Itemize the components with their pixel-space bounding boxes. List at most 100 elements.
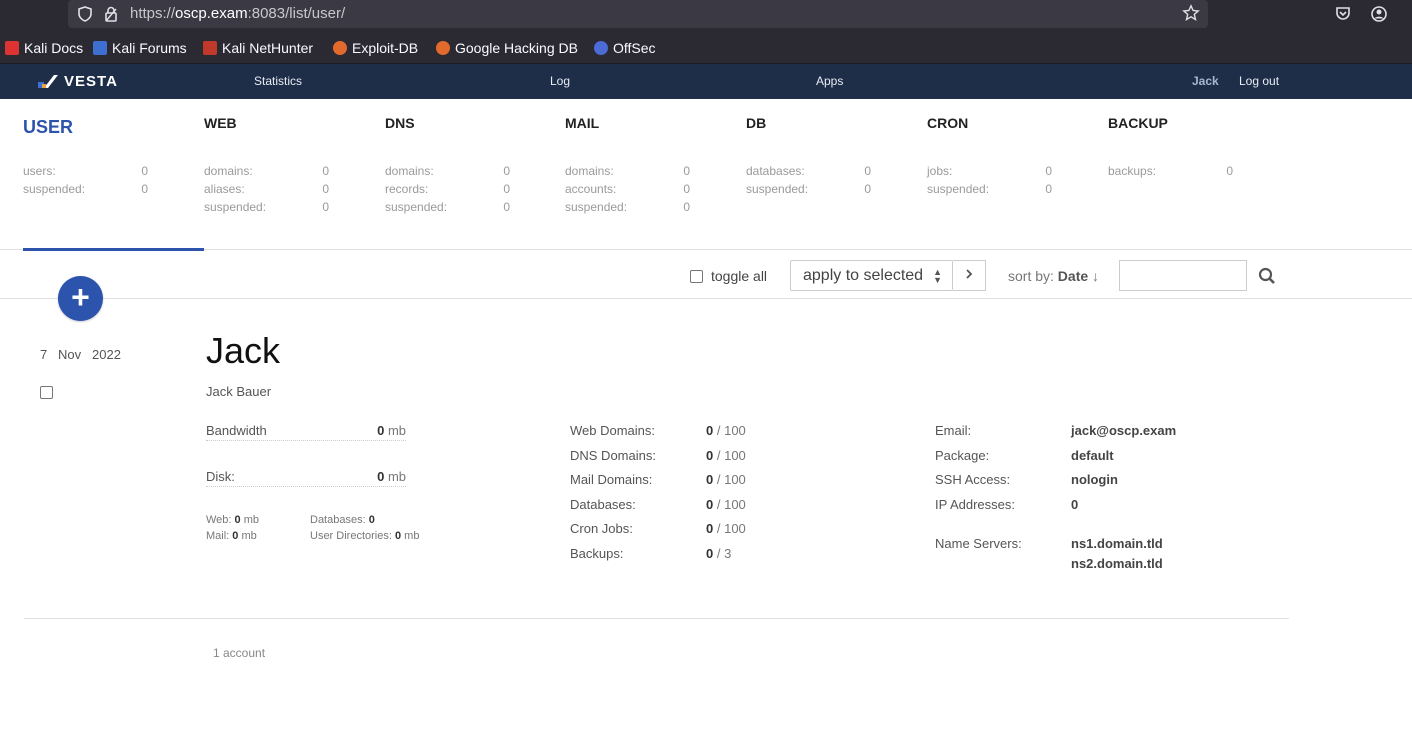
stat-row: databases: 0 (746, 164, 871, 178)
stat-row: suspended: 0 (204, 200, 329, 214)
user-fullname: Jack Bauer (206, 384, 272, 399)
limit-label: Cron Jobs: (570, 521, 633, 536)
limit-value: 0 / 100 (706, 448, 746, 463)
list-toolbar: + toggle all apply to selected ▲ ▼ sort b… (0, 250, 1412, 321)
bookmarks-bar: Kali Docs Kali Forums Kali NetHunter Exp… (0, 30, 1412, 64)
select-arrows-icon: ▲ ▼ (933, 267, 942, 285)
top-navigation: VESTA Statistics Log Apps Jack Log out (0, 64, 1412, 99)
sort-by[interactable]: sort by: Date ↓ (1008, 268, 1099, 284)
limit-value: 0 / 100 (706, 472, 746, 487)
disk-mail: Mail: 0 mb (206, 530, 257, 542)
stat-row: suspended: 0 (23, 182, 148, 196)
add-user-button[interactable]: + (58, 276, 103, 321)
stat-row: users: 0 (23, 164, 148, 178)
browser-toolbar: https://oscp.exam:8083/list/user/ (0, 0, 1412, 30)
disk-databases: Databases: 0 (310, 514, 375, 526)
disk-row: Disk: 0 mb (206, 469, 406, 487)
lock-icon[interactable] (102, 5, 120, 23)
bookmark-kali-forums[interactable]: Kali Forums (93, 40, 187, 56)
bookmark-google-hacking-db[interactable]: Google Hacking DB (436, 40, 578, 56)
stat-row: suspended: 0 (746, 182, 871, 196)
info-ssh-access: nologin (1071, 472, 1118, 487)
kali-forums-icon (93, 41, 107, 55)
nav-apps[interactable]: Apps (816, 74, 843, 88)
account-icon[interactable] (1370, 5, 1388, 23)
nav-statistics[interactable]: Statistics (254, 74, 302, 88)
stat-tab-dns[interactable]: DNS domains: 0 records: 0 suspended: 0 (385, 99, 566, 250)
kali-nethunter-icon (203, 41, 217, 55)
date-year: 2022 (92, 347, 121, 362)
vesta-logo[interactable]: VESTA (38, 73, 118, 90)
stat-row: domains: 0 (565, 164, 690, 178)
stat-tab-user[interactable]: USER users: 0 suspended: 0 (23, 99, 204, 251)
bookmark-exploit-db[interactable]: Exploit-DB (333, 40, 418, 56)
nav-user[interactable]: Jack (1192, 74, 1219, 88)
stats-panel: USER users: 0 suspended: 0 WEB domains: 0 a… (0, 99, 1412, 251)
user-name[interactable]: Jack (206, 330, 280, 372)
chevron-right-icon (966, 269, 973, 279)
date-day: 7 (40, 347, 48, 362)
stat-row: records: 0 (385, 182, 510, 196)
limit-label: Databases: (570, 497, 636, 512)
pocket-icon[interactable] (1334, 5, 1352, 23)
nav-logout[interactable]: Log out (1239, 74, 1279, 88)
stat-row: domains: 0 (204, 164, 329, 178)
apply-action-button[interactable] (953, 260, 986, 291)
disk-user-directories: User Directories: 0 mb (310, 530, 420, 542)
stat-tab-cron[interactable]: CRON jobs: 0 suspended: 0 (927, 99, 1108, 250)
limit-value: 0 / 100 (706, 497, 746, 512)
google-hacking-db-icon (436, 41, 450, 55)
limit-label: Web Domains: (570, 423, 656, 438)
search-input[interactable] (1119, 260, 1247, 291)
nav-log[interactable]: Log (550, 74, 570, 88)
limit-value: 0 / 100 (706, 521, 746, 536)
stat-tab-backup[interactable]: BACKUP backups: 0 (1108, 99, 1289, 250)
info-label: Package: (935, 448, 990, 463)
toggle-all-label: toggle all (711, 268, 768, 284)
url-text: https://oscp.exam:8083/list/user/ (130, 5, 346, 22)
stat-row: suspended: 0 (927, 182, 1052, 196)
search-icon[interactable] (1258, 267, 1276, 285)
info-ns1: ns1.domain.tld (1071, 536, 1163, 551)
limit-label: DNS Domains: (570, 448, 656, 463)
bookmark-star-icon[interactable] (1182, 4, 1200, 22)
info-email: jack@oscp.exam (1071, 423, 1177, 438)
info-label: Email: (935, 423, 972, 438)
toggle-all[interactable]: toggle all (690, 268, 767, 284)
bookmark-offsec[interactable]: OffSec (594, 40, 656, 56)
disk-web: Web: 0 mb (206, 514, 260, 526)
offsec-icon (594, 41, 608, 55)
stat-row: backups: 0 (1108, 164, 1233, 178)
account-count: 1 account (213, 646, 266, 660)
bookmark-kali-nethunter[interactable]: Kali NetHunter (203, 40, 313, 56)
stat-row: suspended: 0 (385, 200, 510, 214)
info-package: default (1071, 448, 1114, 463)
stat-tab-db[interactable]: DB databases: 0 suspended: 0 (746, 99, 927, 250)
stat-row: aliases: 0 (204, 182, 329, 196)
bulk-action-select[interactable]: apply to selected ▲ ▼ (790, 260, 953, 291)
footer-divider (24, 618, 1289, 619)
bandwidth-row: Bandwidth 0 mb (206, 423, 406, 441)
stat-row: jobs: 0 (927, 164, 1052, 178)
url-field[interactable]: https://oscp.exam:8083/list/user/ (68, 0, 1208, 28)
kali-docs-icon (5, 41, 19, 55)
exploit-db-icon (333, 41, 347, 55)
info-label: SSH Access: (935, 472, 1011, 487)
bookmark-kali-docs[interactable]: Kali Docs (5, 40, 83, 56)
limit-label: Backups: (570, 546, 624, 561)
user-row-checkbox[interactable] (40, 386, 53, 399)
stat-row: accounts: 0 (565, 182, 690, 196)
toggle-all-checkbox[interactable] (690, 269, 703, 283)
stat-tab-web[interactable]: WEB domains: 0 aliases: 0 suspended: 0 (204, 99, 385, 250)
info-label: Name Servers: (935, 536, 1022, 551)
info-ns2: ns2.domain.tld (1071, 556, 1163, 571)
vesta-logo-icon (38, 74, 58, 88)
stat-tab-mail[interactable]: MAIL domains: 0 accounts: 0 suspended: 0 (565, 99, 746, 250)
info-ip-addresses: 0 (1071, 497, 1079, 512)
stat-row: domains: 0 (385, 164, 510, 178)
shield-icon[interactable] (76, 5, 94, 23)
info-label: IP Addresses: (935, 497, 1015, 512)
limit-value: 0 / 100 (706, 423, 746, 438)
date-month: Nov (58, 347, 82, 362)
limit-value: 0 / 3 (706, 546, 732, 561)
